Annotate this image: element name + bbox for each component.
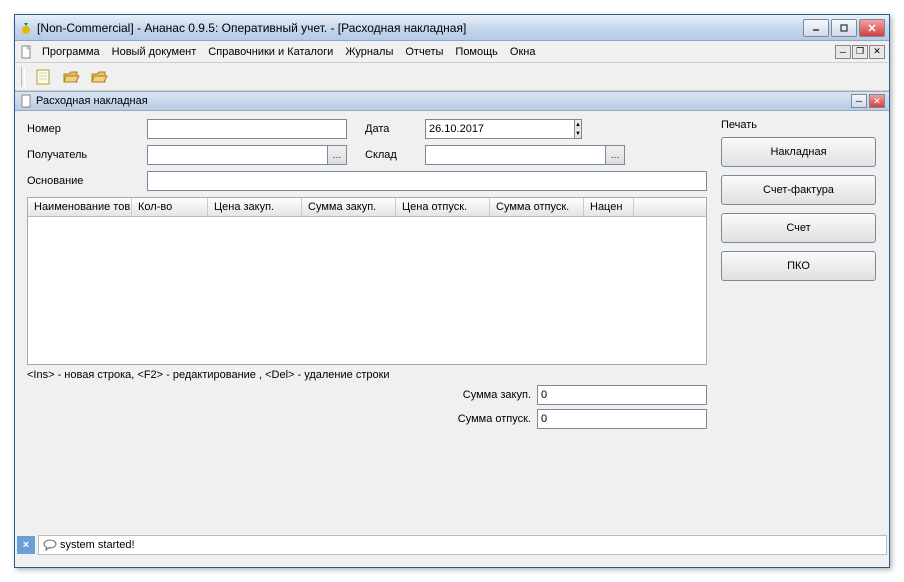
minimize-button[interactable]	[803, 19, 829, 37]
app-icon	[19, 21, 33, 35]
form-area: Номер Дата ▲▼ Получатель … Склад	[19, 115, 715, 477]
status-message-box: system started!	[38, 535, 887, 555]
menu-journals[interactable]: Журналы	[339, 44, 399, 60]
menu-program[interactable]: Программа	[36, 44, 106, 60]
print-bill-button[interactable]: Счет	[721, 213, 876, 243]
menu-windows[interactable]: Окна	[504, 44, 542, 60]
status-close-button[interactable]: ×	[17, 536, 35, 554]
print-panel: Печать Накладная Счет-фактура Счет ПКО	[715, 115, 885, 477]
mdi-minimize-button[interactable]: ─	[835, 45, 851, 59]
sum-purchase-input[interactable]	[537, 385, 707, 405]
basis-label: Основание	[27, 175, 147, 187]
sum-sale-input[interactable]	[537, 409, 707, 429]
toolbar-grip	[21, 67, 25, 87]
sub-minimize-button[interactable]: ─	[851, 94, 867, 108]
menubar: Программа Новый документ Справочники и К…	[15, 41, 889, 63]
document-icon	[19, 45, 33, 59]
mdi-restore-button[interactable]: ❐	[852, 45, 868, 59]
line-items-table[interactable]: Наименование тов Кол-во Цена закуп. Сумм…	[27, 197, 707, 365]
th-sum-purchase[interactable]: Сумма закуп.	[302, 198, 396, 216]
toolbar-open2-icon[interactable]	[87, 66, 111, 88]
status-message: system started!	[60, 539, 135, 551]
recipient-label: Получатель	[27, 149, 147, 161]
toolbar-new-icon[interactable]	[31, 66, 55, 88]
speech-bubble-icon	[43, 539, 57, 551]
window-title: [Non-Commercial] - Ананас 0.9.5: Операти…	[37, 21, 803, 35]
titlebar: [Non-Commercial] - Ананас 0.9.5: Операти…	[15, 15, 889, 41]
toolbar-open-icon[interactable]	[59, 66, 83, 88]
print-title: Печать	[721, 119, 879, 131]
menu-help[interactable]: Помощь	[449, 44, 504, 60]
th-qty[interactable]: Кол-во	[132, 198, 208, 216]
date-label: Дата	[365, 123, 425, 135]
table-header: Наименование тов Кол-во Цена закуп. Сумм…	[28, 198, 706, 217]
subwindow: Расходная накладная ─ ✕ Номер Дата ▲▼	[15, 91, 889, 481]
sum-sale-label: Сумма отпуск.	[458, 413, 531, 425]
hint-text: <Ins> - новая строка, <F2> - редактирова…	[27, 369, 707, 381]
warehouse-input[interactable]	[425, 145, 605, 165]
mdi-close-button[interactable]: ✕	[869, 45, 885, 59]
main-window: [Non-Commercial] - Ананас 0.9.5: Операти…	[14, 14, 890, 568]
sub-close-button[interactable]: ✕	[869, 94, 885, 108]
toolbar	[15, 63, 889, 91]
menu-catalogs[interactable]: Справочники и Каталоги	[202, 44, 339, 60]
sub-titlebar: Расходная накладная ─ ✕	[15, 91, 889, 111]
th-sum-sale[interactable]: Сумма отпуск.	[490, 198, 584, 216]
menu-reports[interactable]: Отчеты	[399, 44, 449, 60]
menu-new-document[interactable]: Новый документ	[106, 44, 203, 60]
print-facture-button[interactable]: Счет-фактура	[721, 175, 876, 205]
basis-input[interactable]	[147, 171, 707, 191]
date-input[interactable]	[425, 119, 574, 139]
maximize-button[interactable]	[831, 19, 857, 37]
date-spinner[interactable]: ▲▼	[574, 119, 582, 139]
warehouse-label: Склад	[365, 149, 425, 161]
number-input[interactable]	[147, 119, 347, 139]
number-label: Номер	[27, 123, 147, 135]
sub-document-icon	[19, 94, 33, 108]
print-pko-button[interactable]: ПКО	[721, 251, 876, 281]
warehouse-combo: …	[425, 145, 625, 165]
th-markup[interactable]: Нацен	[584, 198, 634, 216]
recipient-combo: …	[147, 145, 347, 165]
subwindow-title: Расходная накладная	[36, 95, 849, 107]
sum-purchase-label: Сумма закуп.	[463, 389, 531, 401]
recipient-lookup-button[interactable]: …	[327, 145, 347, 165]
recipient-input[interactable]	[147, 145, 327, 165]
close-button[interactable]	[859, 19, 885, 37]
print-invoice-button[interactable]: Накладная	[721, 137, 876, 167]
th-price-purchase[interactable]: Цена закуп.	[208, 198, 302, 216]
th-name[interactable]: Наименование тов	[28, 198, 132, 216]
th-price-sale[interactable]: Цена отпуск.	[396, 198, 490, 216]
warehouse-lookup-button[interactable]: …	[605, 145, 625, 165]
statusbar: × system started!	[15, 533, 889, 557]
date-input-group: ▲▼	[425, 119, 555, 139]
